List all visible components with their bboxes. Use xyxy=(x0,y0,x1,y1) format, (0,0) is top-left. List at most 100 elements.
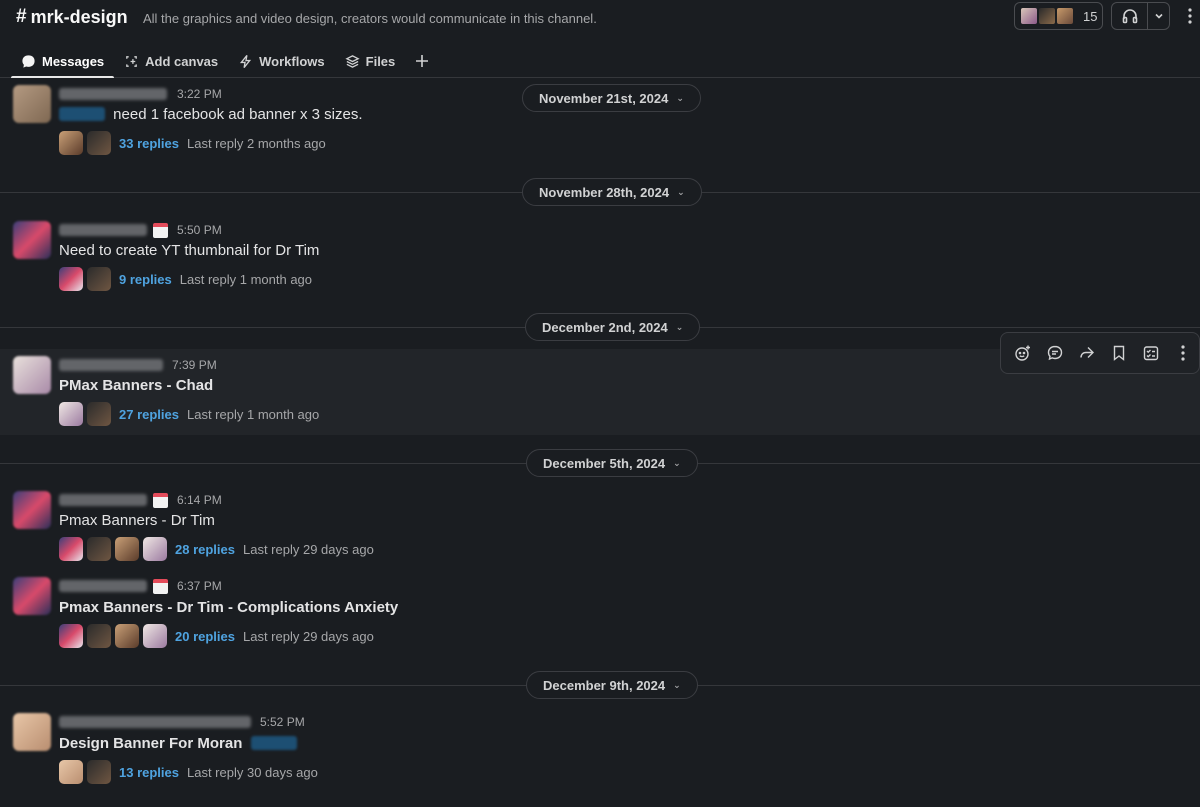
huddle-options-button[interactable] xyxy=(1148,11,1169,21)
participant-avatar xyxy=(87,131,111,155)
message-text: Need to create YT thumbnail for Dr Tim xyxy=(59,242,320,259)
channel-name-button[interactable]: # mrk-design xyxy=(16,6,128,28)
forward-button[interactable] xyxy=(1073,339,1101,367)
reply-count[interactable]: 9 replies xyxy=(119,272,172,287)
thread-summary[interactable]: 33 replies Last reply 2 months ago xyxy=(59,131,326,155)
channel-hash: # xyxy=(16,6,27,27)
more-vertical-icon xyxy=(1181,345,1185,361)
calendar-status-icon xyxy=(153,579,168,594)
thread-icon xyxy=(1047,345,1063,361)
user-avatar[interactable] xyxy=(13,85,51,123)
add-tab-button[interactable] xyxy=(405,44,439,78)
participant-avatar xyxy=(87,402,111,426)
thread-summary[interactable]: 9 replies Last reply 1 month ago xyxy=(59,267,312,291)
calendar-status-icon xyxy=(153,493,168,508)
date-divider-button[interactable]: December 9th, 2024 ⌄ xyxy=(526,671,698,699)
last-reply: Last reply 1 month ago xyxy=(179,271,313,287)
date-divider-button[interactable]: December 5th, 2024 ⌄ xyxy=(526,449,698,477)
thread-summary[interactable]: 20 replies Last reply 29 days ago xyxy=(59,624,374,648)
sender-name[interactable] xyxy=(59,716,251,728)
date-label: December 9th, 2024 xyxy=(543,677,666,693)
date-divider-button[interactable]: December 2nd, 2024 ⌄ xyxy=(525,313,701,341)
reply-count[interactable]: 28 replies xyxy=(175,542,235,557)
tab-messages[interactable]: Messages xyxy=(11,44,115,78)
plus-icon xyxy=(416,55,429,67)
message-feed: 3:22 PM need 1 facebook ad banner x 3 si… xyxy=(0,79,1200,807)
date-label: November 21st, 2024 xyxy=(539,90,669,106)
message-time[interactable]: 7:39 PM xyxy=(172,358,217,372)
message[interactable]: 6:14 PM Pmax Banners - Dr Tim 28 replies… xyxy=(0,485,1200,567)
user-avatar[interactable] xyxy=(13,577,51,615)
message-body: Design Banner For Moran xyxy=(59,735,243,752)
add-reaction-button[interactable] xyxy=(1009,339,1037,367)
chevron-down-icon: ⌄ xyxy=(675,321,684,332)
members-button[interactable]: 15 xyxy=(1014,2,1103,30)
member-avatar xyxy=(1019,6,1039,26)
participant-avatar xyxy=(59,267,83,291)
participant-avatar xyxy=(115,537,139,561)
message-text: PMax Banners - Chad xyxy=(59,377,214,394)
channel-description[interactable]: All the graphics and video design, creat… xyxy=(143,11,597,26)
chevron-down-icon xyxy=(1154,13,1163,19)
message-time[interactable]: 5:50 PM xyxy=(177,223,222,237)
chat-bubble-icon xyxy=(22,54,35,68)
tab-add-canvas[interactable]: Add canvas xyxy=(114,44,228,78)
sender-name[interactable] xyxy=(59,224,147,236)
user-avatar[interactable] xyxy=(13,713,51,751)
date-divider-button[interactable]: November 21st, 2024 ⌄ xyxy=(522,84,701,112)
channel-header: # mrk-design All the graphics and video … xyxy=(0,0,1200,78)
calendar-status-icon xyxy=(153,223,168,238)
participant-avatar xyxy=(87,760,111,784)
participant-avatar xyxy=(87,537,111,561)
message-time[interactable]: 3:22 PM xyxy=(177,87,222,101)
date-label: December 5th, 2024 xyxy=(543,455,666,471)
message-body: need 1 facebook ad banner x 3 sizes. xyxy=(113,106,363,123)
user-avatar[interactable] xyxy=(13,491,51,529)
tab-workflows[interactable]: Workflows xyxy=(228,44,335,78)
message[interactable]: 5:52 PM Design Banner For Moran 13 repli… xyxy=(0,707,1200,789)
date-label: December 2nd, 2024 xyxy=(542,319,668,335)
reply-count[interactable]: 27 replies xyxy=(119,407,179,422)
channel-more-button[interactable] xyxy=(1183,6,1197,26)
message-time[interactable]: 6:37 PM xyxy=(177,579,222,593)
sender-name[interactable] xyxy=(59,580,147,592)
user-avatar[interactable] xyxy=(13,356,51,394)
message[interactable]: 6:37 PM Pmax Banners - Dr Tim - Complica… xyxy=(0,571,1200,653)
lightning-icon xyxy=(240,54,252,68)
headphones-icon xyxy=(1122,9,1137,24)
message-time[interactable]: 5:52 PM xyxy=(260,715,305,729)
user-mention[interactable] xyxy=(250,736,297,750)
message-text: Pmax Banners - Dr Tim xyxy=(59,512,215,529)
message-time[interactable]: 6:14 PM xyxy=(177,493,222,507)
last-reply: Last reply 29 days ago xyxy=(243,541,374,557)
sender-name[interactable] xyxy=(59,359,163,371)
tab-files[interactable]: Files xyxy=(335,44,406,78)
sender-name[interactable] xyxy=(59,88,167,100)
message-text: need 1 facebook ad banner x 3 sizes. xyxy=(59,106,363,123)
more-actions-button[interactable] xyxy=(1169,339,1197,367)
sender-name[interactable] xyxy=(59,494,147,506)
save-for-later-button[interactable] xyxy=(1105,339,1133,367)
member-avatar xyxy=(1037,6,1057,26)
participant-avatar xyxy=(143,624,167,648)
huddle-button[interactable] xyxy=(1112,3,1148,29)
layers-icon xyxy=(345,54,360,68)
tab-label: Files xyxy=(365,53,396,69)
reply-in-thread-button[interactable] xyxy=(1041,339,1069,367)
message[interactable]: 5:50 PM Need to create YT thumbnail for … xyxy=(0,215,1200,297)
last-reply: Last reply 2 months ago xyxy=(187,135,326,151)
add-to-list-button[interactable] xyxy=(1137,339,1165,367)
reply-count[interactable]: 13 replies xyxy=(119,765,179,780)
thread-summary[interactable]: 28 replies Last reply 29 days ago xyxy=(59,537,374,561)
thread-summary[interactable]: 13 replies Last reply 30 days ago xyxy=(59,760,318,784)
date-divider-button[interactable]: November 28th, 2024 ⌄ xyxy=(522,178,702,206)
participant-avatar xyxy=(87,624,111,648)
participant-avatar xyxy=(87,267,111,291)
chevron-down-icon: ⌄ xyxy=(677,186,685,197)
reply-count[interactable]: 20 replies xyxy=(175,629,235,644)
member-avatar xyxy=(1055,6,1075,26)
user-mention[interactable] xyxy=(59,107,105,121)
thread-summary[interactable]: 27 replies Last reply 1 month ago xyxy=(59,402,319,426)
reply-count[interactable]: 33 replies xyxy=(119,136,179,151)
user-avatar[interactable] xyxy=(13,221,51,259)
